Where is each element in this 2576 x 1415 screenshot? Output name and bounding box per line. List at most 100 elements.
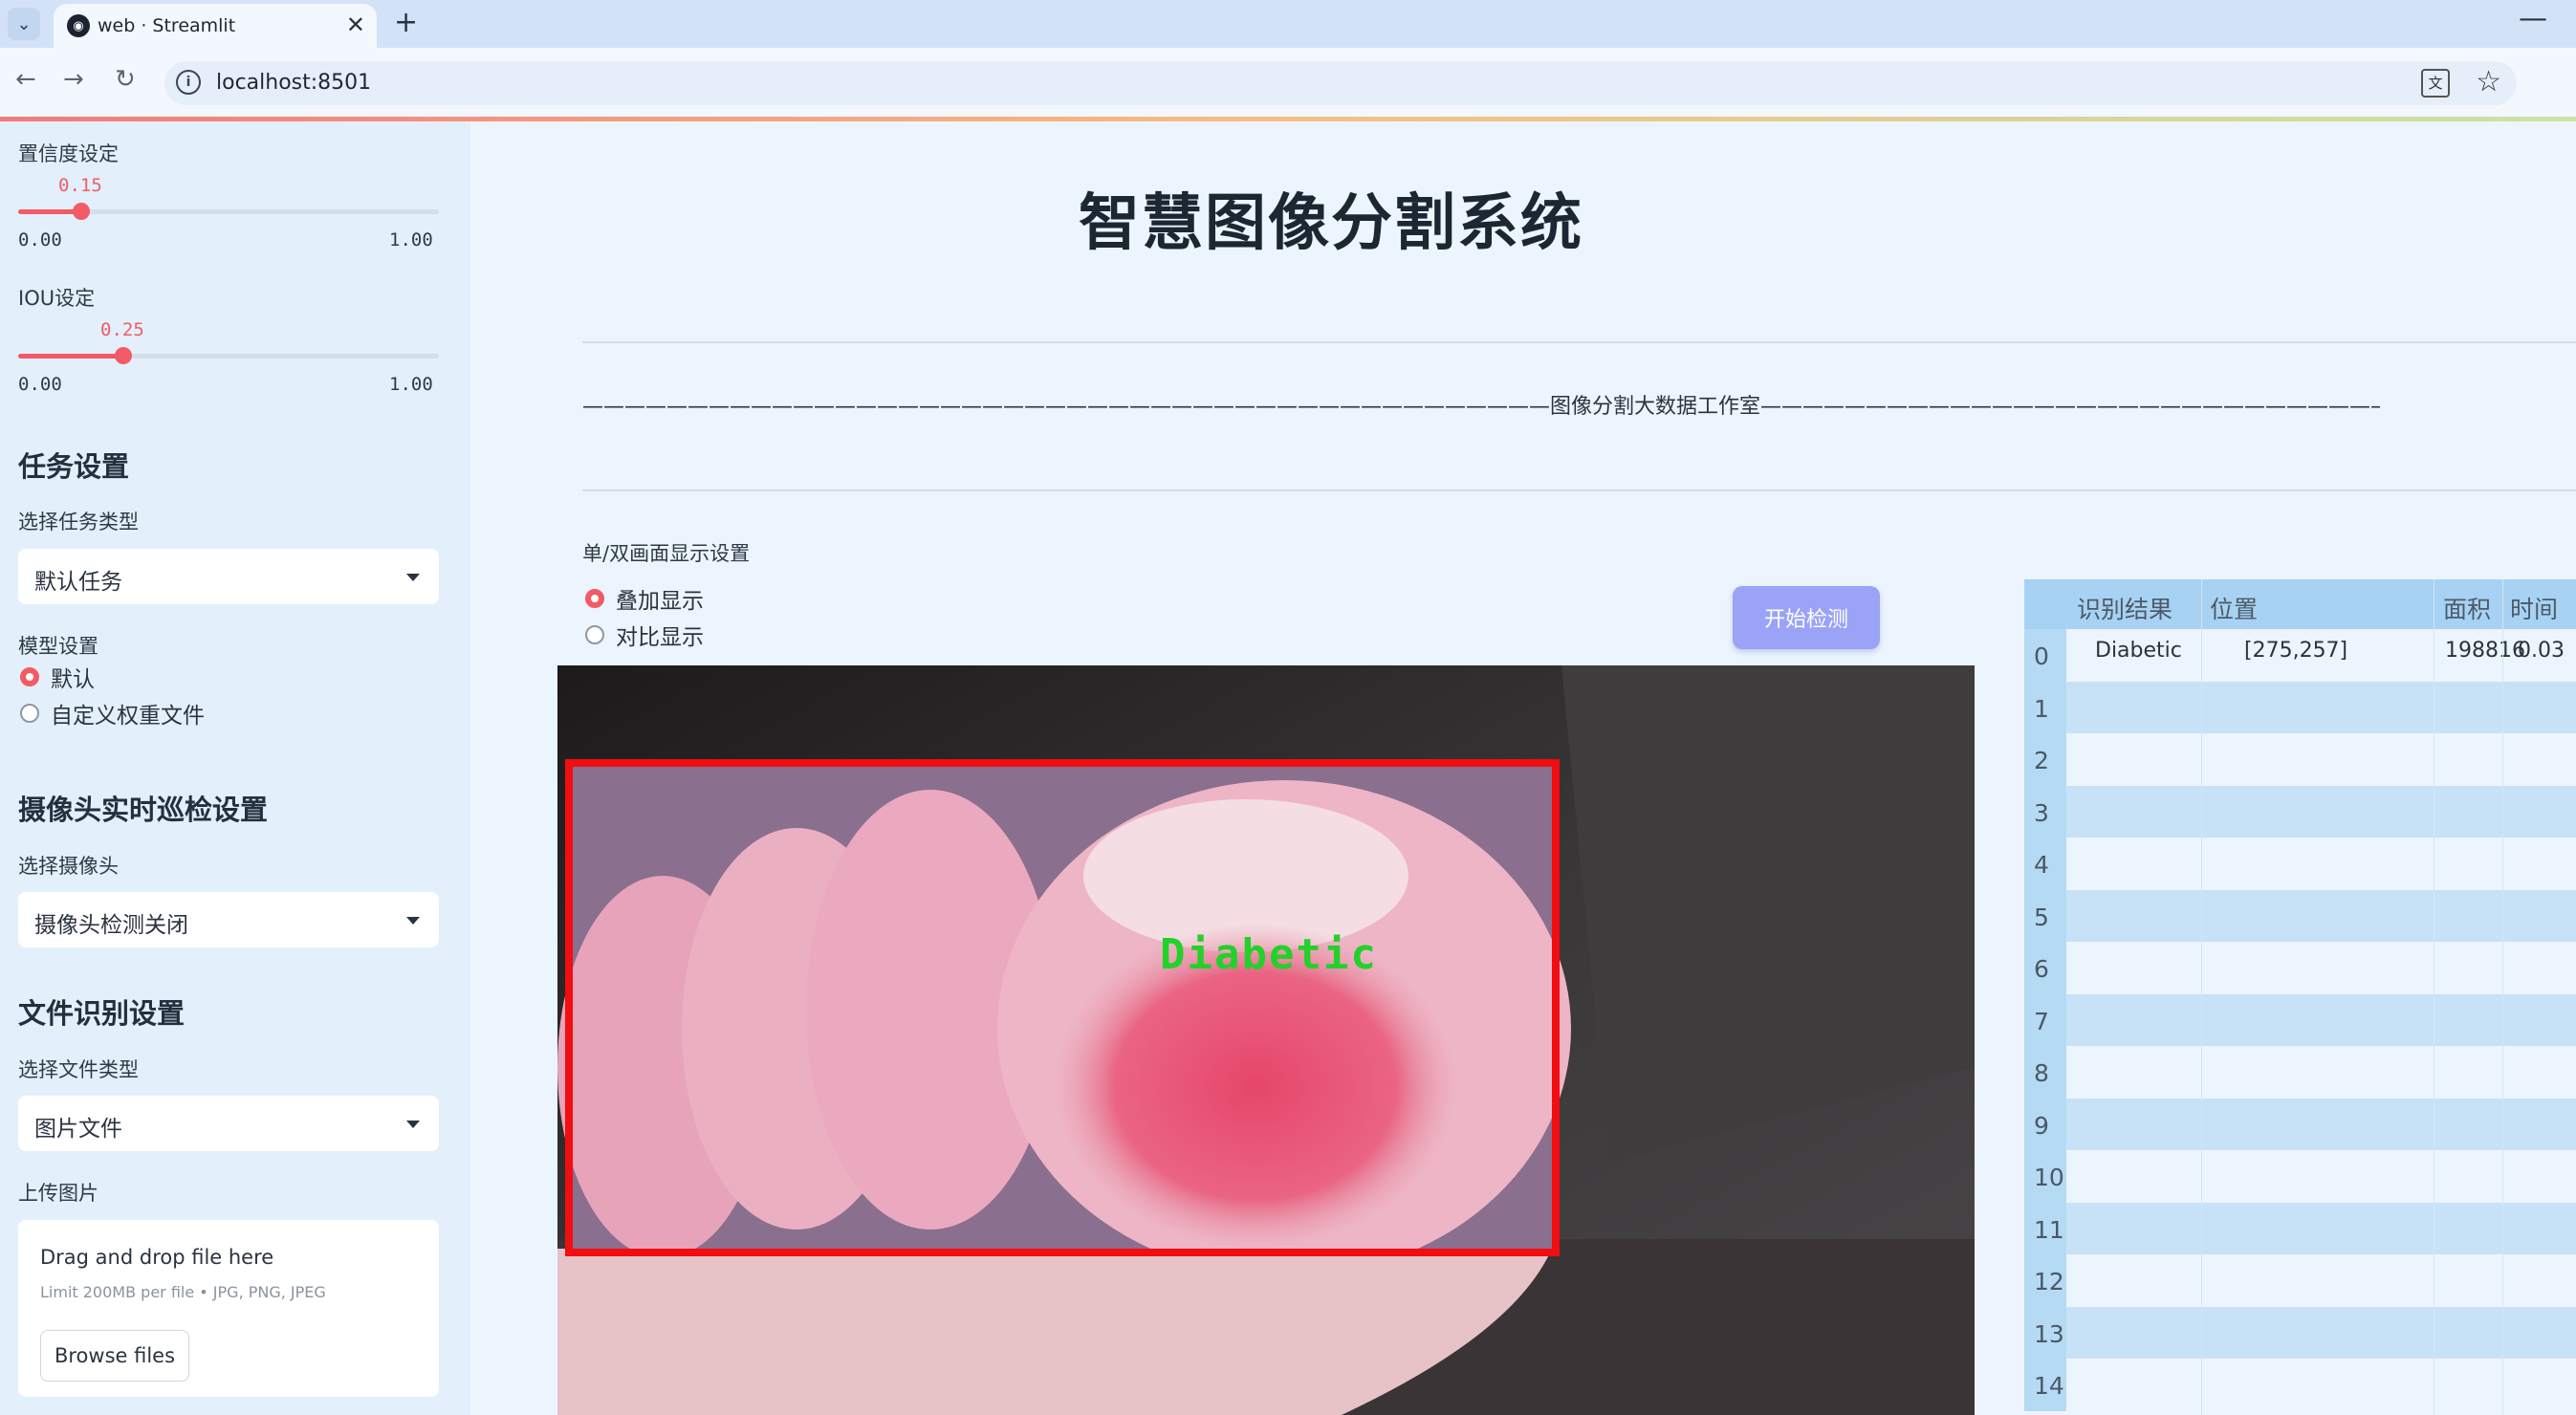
file-type-label: 选择文件类型 (18, 1058, 139, 1081)
table-row[interactable]: 11 (2024, 1202, 2576, 1254)
translate-icon[interactable]: 文 (2421, 69, 2450, 98)
dropzone-limit: Limit 200MB per file • JPG, PNG, JPEG (40, 1283, 326, 1301)
table-row[interactable]: 13 (2024, 1306, 2576, 1359)
row-index-cell: 12 (2024, 1254, 2066, 1307)
address-bar[interactable]: i localhost:8501 文 ☆ (164, 61, 2517, 105)
plus-icon[interactable]: + (394, 6, 418, 39)
row-index: 7 (2034, 1007, 2049, 1035)
file-type-select[interactable]: 图片文件 (18, 1096, 439, 1151)
model-option-custom-label: 自定义权重文件 (51, 704, 205, 729)
column-header-time[interactable]: 时间 (2510, 591, 2558, 625)
row-index-cell: 9 (2024, 1098, 2066, 1150)
streamlit-favicon: ◉ (67, 14, 90, 37)
row-index: 0 (2034, 642, 2049, 670)
results-table[interactable]: 识别结果 位置 面积 时间 0 Diabetic [275,257] 198816 0.… (2024, 579, 2576, 1415)
table-row[interactable]: 7 (2024, 993, 2576, 1046)
radio-selected-icon[interactable] (585, 589, 604, 608)
row-index: 12 (2034, 1268, 2064, 1295)
table-row[interactable]: 4 (2024, 838, 2576, 890)
main-content: 智慧图像分割系统 ———————————————————————————————… (470, 121, 2576, 1415)
row-index-cell: 10 (2024, 1150, 2066, 1203)
column-header-area[interactable]: 面积 (2443, 591, 2491, 625)
camera-select-label: 选择摄像头 (18, 855, 119, 878)
confidence-slider-thumb[interactable] (73, 203, 90, 220)
studio-banner: ————————————————————————————————————————… (582, 395, 2380, 419)
radio-selected-icon[interactable] (20, 667, 39, 686)
confidence-slider[interactable] (18, 203, 439, 220)
table-row[interactable]: 2 (2024, 733, 2576, 786)
table-row[interactable]: 8 (2024, 1046, 2576, 1099)
browser-tab[interactable]: ◉ web · Streamlit ✕ (54, 4, 377, 48)
detection-bounding-box (565, 759, 1560, 1256)
display-mode-label: 单/双画面显示设置 (582, 542, 751, 565)
cell-area: 198816 (2445, 639, 2525, 663)
table-row[interactable]: 9 (2024, 1098, 2576, 1150)
iou-slider[interactable] (18, 347, 439, 364)
result-image: Diabetic (557, 665, 1975, 1415)
task-settings-heading: 任务设置 (18, 450, 130, 483)
divider-top (582, 341, 2576, 343)
row-index-cell: 5 (2024, 889, 2066, 942)
chevron-down-icon (406, 917, 420, 925)
task-type-select[interactable]: 默认任务 (18, 549, 439, 604)
model-option-default[interactable]: 默认 (20, 663, 95, 692)
star-icon[interactable]: ☆ (2476, 65, 2501, 98)
row-index: 14 (2034, 1372, 2064, 1400)
table-row[interactable]: 6 (2024, 942, 2576, 994)
divider-bottom (582, 490, 2576, 491)
reload-icon[interactable]: ↻ (115, 65, 136, 94)
upload-label: 上传图片 (18, 1182, 98, 1205)
cell-result: Diabetic (2095, 639, 2182, 663)
model-option-custom[interactable]: 自定义权重文件 (20, 699, 205, 729)
confidence-label: 置信度设定 (18, 142, 119, 165)
start-detection-button[interactable]: 开始检测 (1733, 586, 1880, 649)
radio-unselected-icon[interactable] (585, 625, 604, 644)
iou-value: 0.25 (100, 319, 144, 340)
back-arrow-icon[interactable]: ← (15, 65, 36, 94)
row-index-cell: 3 (2024, 785, 2066, 838)
forward-arrow-icon[interactable]: → (63, 65, 84, 94)
tab-menu-icon[interactable]: ⌄ (8, 8, 40, 40)
table-row[interactable]: 10 (2024, 1150, 2576, 1203)
info-icon[interactable]: i (176, 70, 201, 95)
row-index-cell: 13 (2024, 1306, 2066, 1359)
row-index: 1 (2034, 694, 2049, 723)
table-row[interactable]: 1 (2024, 681, 2576, 733)
tab-title: web · Streamlit (98, 15, 236, 36)
display-option-compare-label: 对比显示 (616, 625, 704, 650)
close-icon[interactable]: ✕ (346, 11, 365, 38)
iou-slider-thumb[interactable] (115, 347, 132, 364)
table-row[interactable]: 14 (2024, 1359, 2576, 1411)
iou-slider-fill (18, 354, 123, 359)
minimize-icon[interactable]: — (2519, 2, 2547, 35)
radio-unselected-icon[interactable] (20, 704, 39, 723)
iou-label: IOU设定 (18, 287, 96, 310)
column-header-result[interactable]: 识别结果 (2077, 591, 2172, 625)
file-settings-heading: 文件识别设置 (18, 997, 186, 1030)
table-row[interactable]: 5 (2024, 889, 2576, 942)
display-option-overlay[interactable]: 叠加显示 (585, 584, 704, 614)
confidence-value: 0.15 (58, 175, 102, 196)
dropzone-title: Drag and drop file here (40, 1246, 274, 1269)
row-index-cell: 0 (2024, 629, 2066, 682)
display-option-compare[interactable]: 对比显示 (585, 620, 704, 650)
display-option-overlay-label: 叠加显示 (616, 589, 704, 614)
camera-select[interactable]: 摄像头检测关闭 (18, 892, 439, 947)
row-index-cell: 8 (2024, 1046, 2066, 1099)
browser-tab-bar: ⌄ ◉ web · Streamlit ✕ + — (0, 0, 2576, 48)
table-row[interactable]: 12 (2024, 1254, 2576, 1307)
table-row[interactable]: 0 Diabetic [275,257] 198816 0.03 (2024, 629, 2576, 682)
browser-toolbar: ← → ↻ i localhost:8501 文 ☆ (0, 48, 2576, 119)
model-option-default-label: 默认 (51, 667, 95, 692)
row-index: 13 (2034, 1319, 2064, 1348)
url-text[interactable]: localhost:8501 (216, 71, 371, 95)
row-index-cell: 11 (2024, 1202, 2066, 1254)
table-row[interactable]: 3 (2024, 785, 2576, 838)
model-settings-label: 模型设置 (18, 635, 98, 658)
row-index: 5 (2034, 903, 2049, 931)
browse-files-button[interactable]: Browse files (40, 1330, 189, 1382)
row-index: 9 (2034, 1111, 2049, 1140)
file-dropzone[interactable]: Drag and drop file here Limit 200MB per … (18, 1220, 439, 1397)
row-index-cell: 4 (2024, 838, 2066, 890)
column-header-position[interactable]: 位置 (2210, 591, 2258, 625)
